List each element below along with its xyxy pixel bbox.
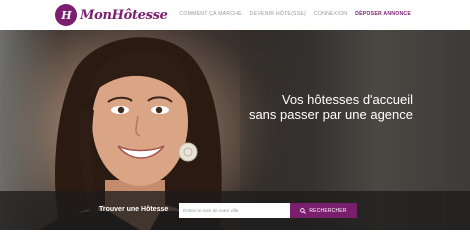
search-button-label: RECHERCHER — [309, 207, 347, 214]
hero-tagline: Vos hôtesses d'accueil sans passer par u… — [232, 92, 413, 122]
search-label: Trouver une Hôtesse — [99, 206, 169, 213]
main-nav: COMMENT ÇA MARCHE DEVENIR HÔTE(SSE) CONN… — [179, 11, 411, 17]
post-ad-link[interactable]: DÉPOSER ANNONCE — [355, 11, 411, 17]
hero-tagline-line1: Vos hôtesses d'accueil — [281, 92, 413, 107]
site-header: H MonHôtesse COMMENT ÇA MARCHE DEVENIR H… — [0, 0, 470, 30]
logo-text: MonHôtesse — [80, 7, 168, 23]
logo[interactable]: H MonHôtesse — [55, 4, 168, 26]
logo-mark: H — [55, 4, 77, 26]
city-search-input[interactable] — [179, 203, 290, 218]
nav-how-it-works[interactable]: COMMENT ÇA MARCHE — [179, 11, 241, 17]
hero-tagline-line2: sans passer par une agence — [248, 107, 413, 122]
nav-become-host[interactable]: DEVENIR HÔTE(SSE) — [250, 11, 306, 17]
page-bottom-strip — [0, 230, 470, 246]
search-icon — [300, 207, 307, 214]
nav-login[interactable]: CONNEXION — [314, 11, 347, 17]
search-button[interactable]: RECHERCHER — [290, 203, 357, 218]
